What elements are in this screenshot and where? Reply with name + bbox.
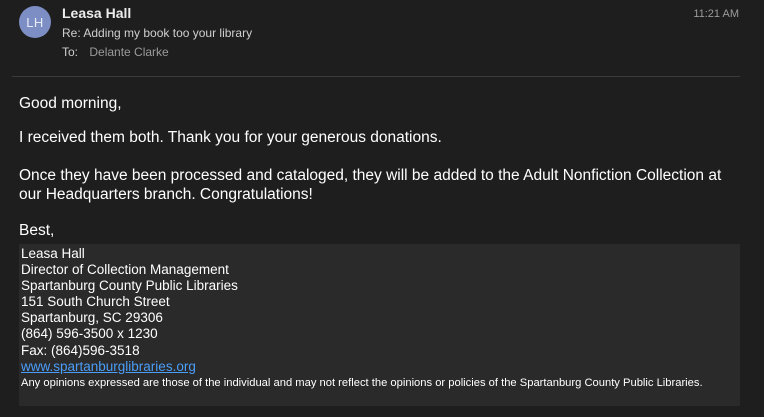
message-time: 11:21 AM [693, 8, 739, 20]
sender-name[interactable]: Leasa Hall [62, 5, 131, 21]
closing-text: Best, [19, 222, 55, 239]
signature-title: Director of Collection Management [21, 262, 229, 278]
disclaimer-text: Any opinions expressed are those of the … [21, 376, 703, 389]
message-subject: Re: Adding my book too your library [62, 26, 253, 40]
signature-fax: Fax: (864)596-3518 [21, 342, 140, 358]
header-divider [12, 76, 740, 77]
signature-street: 151 South Church Street [21, 294, 170, 310]
processed-paragraph: Once they have been processed and catalo… [19, 167, 722, 203]
signature-name: Leasa Hall [21, 246, 85, 261]
recipient-row: To: Delante Clarke [62, 45, 169, 59]
email-signature: Leasa Hall Director of Collection Manage… [19, 244, 740, 406]
signature-phone: (864) 596-3500 x 1230 [21, 326, 158, 342]
sender-avatar[interactable]: LH [19, 6, 51, 38]
signature-city: Spartanburg, SC 29306 [21, 310, 163, 326]
to-label: To: [62, 45, 79, 59]
greeting-text: Good morning, [19, 95, 122, 112]
avatar-initials: LH [26, 14, 44, 30]
website-link[interactable]: www.spartanburglibraries.org [21, 359, 196, 374]
recipient-name[interactable]: Delante Clarke [89, 45, 168, 59]
thanks-paragraph: I received them both. Thank you for your… [19, 129, 442, 146]
signature-organization: Spartanburg County Public Libraries [21, 278, 238, 294]
message-header: LH Leasa Hall 11:21 AM Re: Adding my boo… [0, 0, 764, 76]
